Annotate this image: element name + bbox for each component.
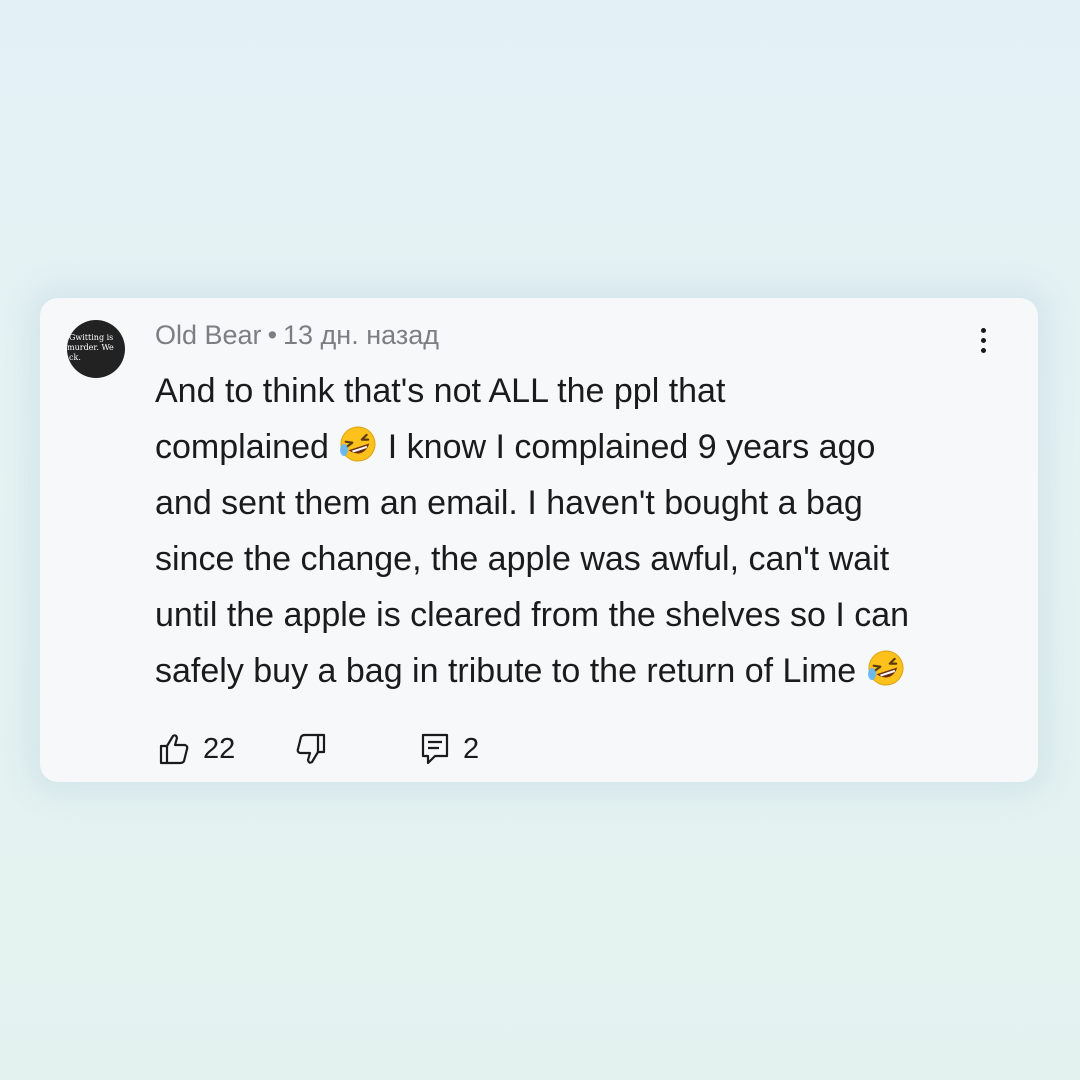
rolling-on-floor-laughing-emoji-icon [867, 650, 904, 686]
thumbs-down-icon[interactable] [295, 732, 327, 766]
comment-line: until the apple is cleared from the shel… [155, 596, 910, 634]
reply-comment-icon[interactable] [420, 732, 450, 766]
like-count: 22 [203, 733, 236, 765]
avatar-text-line: murder. We [67, 343, 114, 352]
more-vertical-icon-dot [980, 347, 986, 353]
comment-meta: Old Bear • 13 дн. назад [155, 320, 439, 351]
reply-count[interactable]: 2 [463, 732, 479, 766]
thumbs-up-icon[interactable] [158, 732, 190, 766]
meta-separator: • [267, 320, 278, 350]
avatar[interactable]: Gwitting is murder. We ck. [67, 320, 125, 378]
avatar-text-line: ck. [69, 353, 81, 362]
more-vertical-icon-dot [980, 337, 986, 343]
comment-line: safely buy a bag in tribute to the retur… [155, 643, 1015, 699]
comment-line: and sent them an email. I haven't bought… [155, 484, 863, 522]
avatar-text-line: Gwitting is [69, 333, 114, 342]
comment-line: since the change, the apple was awful, c… [155, 540, 890, 578]
author-name[interactable]: Old Bear [155, 320, 262, 350]
comment-timestamp: 13 дн. назад [283, 320, 439, 350]
comment-line: complained I know I complained 9 years a… [155, 419, 1015, 475]
rolling-on-floor-laughing-emoji-icon [340, 426, 376, 462]
comment-card: Gwitting is murder. We ck. Old Bear • 13 д… [40, 298, 1038, 782]
more-vertical-icon [980, 327, 986, 333]
comment-line: And to think that's not ALL the ppl that [155, 372, 726, 410]
comment-actions: 22 2 [40, 728, 1038, 768]
more-options-button[interactable] [967, 320, 999, 360]
comment-text: And to think that's not ALL the ppl that… [155, 363, 1015, 699]
